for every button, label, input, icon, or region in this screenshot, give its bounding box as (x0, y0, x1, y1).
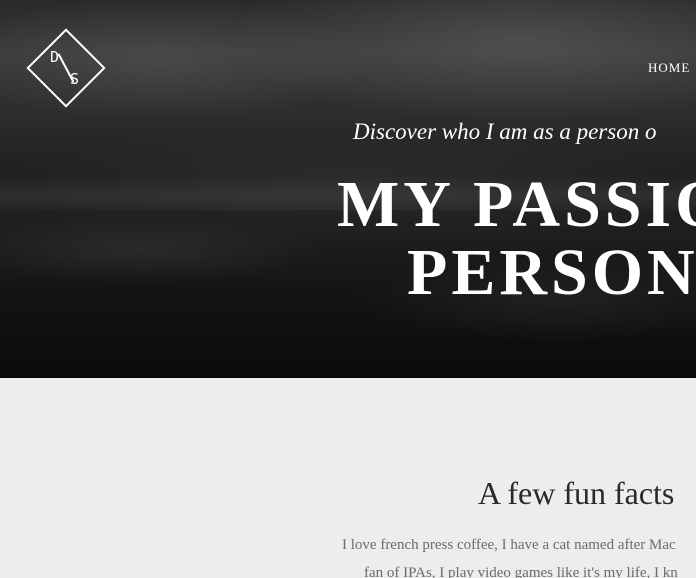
fun-facts-text-line2: fan of IPAs, I play video games like it'… (364, 565, 678, 578)
hero-headline-line2: PERSON (407, 236, 696, 309)
hero-tagline: Discover who I am as a person o (353, 119, 657, 144)
logo-letter-d: D (50, 48, 60, 66)
logo-letter-s: S (70, 70, 80, 88)
fun-facts-text-line1: I love french press coffee, I have a cat… (342, 537, 676, 553)
nav-link-home[interactable]: HOME (648, 60, 690, 76)
hero-headline-line1: MY PASSIO (337, 168, 696, 241)
page: D S HOME Discover who I am as a person o… (0, 0, 696, 578)
site-logo[interactable]: D S (26, 28, 106, 108)
fun-facts-heading: A few fun facts (478, 475, 675, 511)
fun-facts-section: A few fun facts I love french press coff… (0, 378, 696, 578)
hero-section: D S HOME Discover who I am as a person o… (0, 0, 696, 378)
